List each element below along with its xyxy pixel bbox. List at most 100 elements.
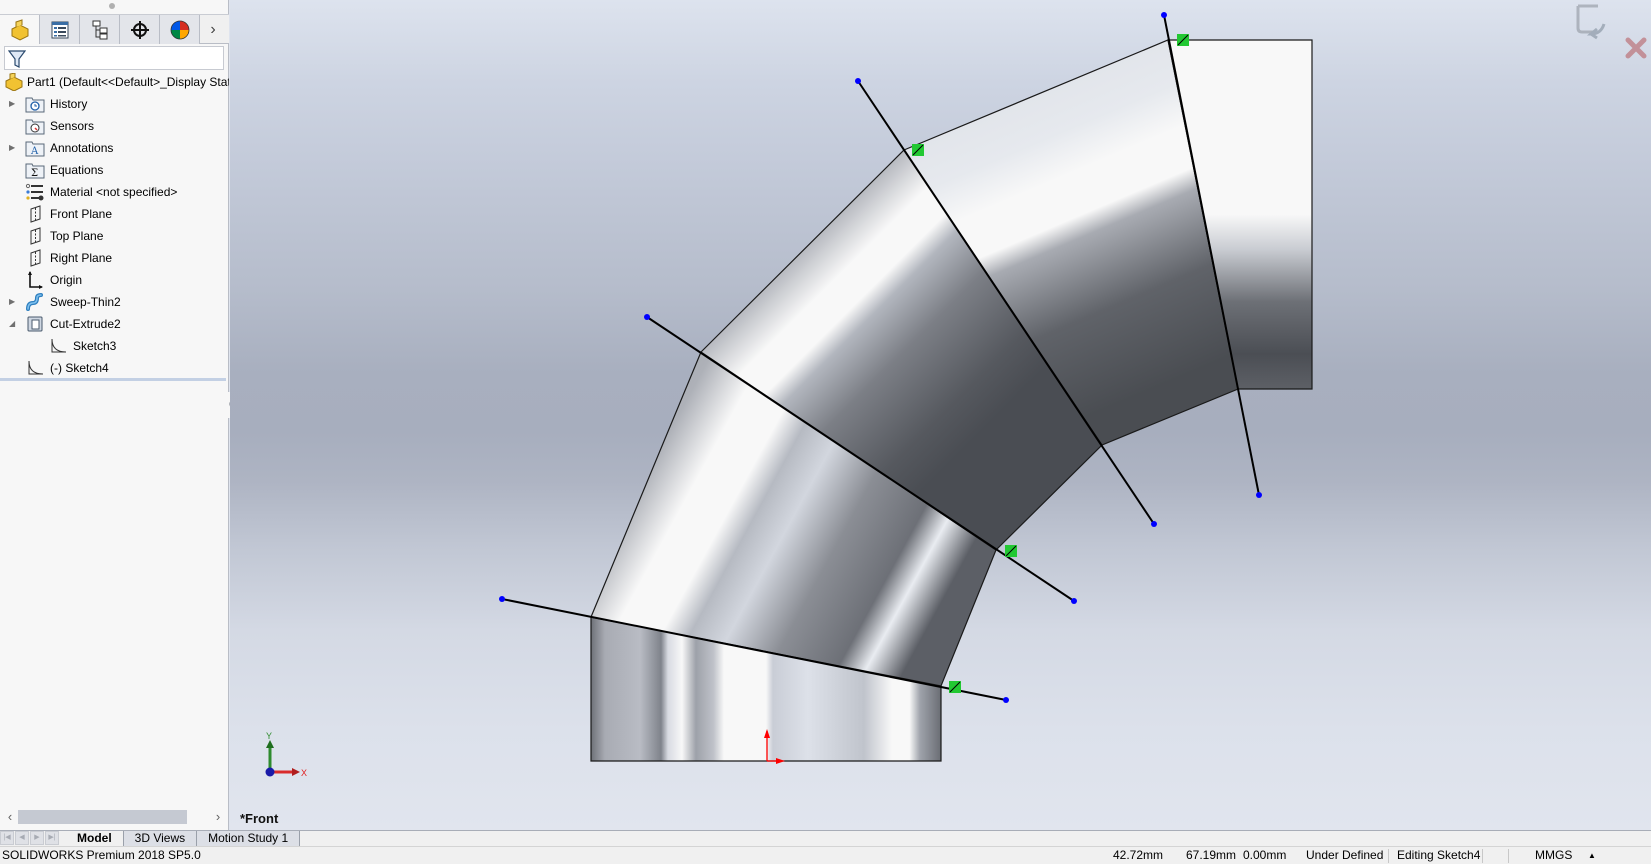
coincident-relation-icon[interactable] (1177, 34, 1189, 46)
tree-item-label: Cut-Extrude2 (50, 317, 121, 331)
tree-root-label: Part1 (Default<<Default>_Display State 1… (27, 75, 229, 89)
tree-item-label: Sweep-Thin2 (50, 295, 121, 309)
z-coordinate: 0.00mm (1243, 848, 1287, 862)
tree-filter-input[interactable] (4, 46, 224, 70)
sketch-icon (51, 338, 67, 353)
collapse-arrow-icon[interactable]: ◢ (9, 313, 17, 335)
tree-item-label: Sensors (50, 119, 95, 133)
sketch-endpoint[interactable] (855, 78, 861, 84)
display-manager-tab[interactable] (160, 15, 200, 44)
sketch-icon (28, 360, 44, 375)
tree-item-label: Right Plane (50, 251, 113, 265)
tree-item-label: Origin (50, 273, 83, 287)
property-list-icon (51, 21, 68, 38)
tree-item-cut-extrude2[interactable]: ◢ Cut-Extrude2 (0, 313, 229, 335)
tree-item-sketch3[interactable]: Sketch3 (0, 335, 229, 357)
sensors-folder-icon (25, 119, 45, 135)
units-menu-arrow-icon[interactable]: ▲ (1588, 847, 1596, 864)
expand-arrow-icon[interactable]: ▶ (9, 93, 17, 115)
feature-manager-panel: › Part1 (Default<<Default>_Display State… (0, 0, 229, 830)
tab-3d-views[interactable]: 3D Views (123, 831, 198, 846)
tree-item-history[interactable]: ▶ History (0, 93, 229, 115)
manager-tab-strip: › (0, 14, 229, 44)
appearance-pie-icon (170, 20, 189, 39)
tree-item-right-plane[interactable]: Right Plane (0, 247, 229, 269)
tab-model[interactable]: Model (66, 831, 124, 846)
tree-item-label: Front Plane (50, 207, 113, 221)
view-orientation-label: *Front (240, 811, 279, 826)
plane-icon (30, 205, 41, 223)
expand-arrow-icon[interactable]: ▶ (9, 291, 17, 313)
coincident-relation-icon[interactable] (1005, 545, 1017, 557)
tree-horizontal-scrollbar[interactable]: ‹ › (0, 808, 229, 826)
status-separator (1482, 849, 1483, 863)
view-triad (265, 740, 300, 777)
unit-system-button[interactable]: MMGS (1535, 847, 1572, 864)
svg-text:A: A (30, 146, 39, 157)
bottom-tab-bar: |◀ ◀ ▶ ▶| Model 3D Views Motion Study 1 (0, 830, 1651, 846)
sketch-endpoint[interactable] (644, 314, 650, 320)
scroll-right-arrow-icon[interactable]: › (210, 808, 226, 826)
origin-icon (28, 271, 43, 289)
sketch-endpoint[interactable] (1161, 12, 1167, 18)
coincident-relation-icon[interactable] (949, 681, 961, 693)
triad-x-label: X (301, 768, 307, 778)
last-tab-icon[interactable]: ▶| (45, 831, 59, 845)
tab-motion-study-1[interactable]: Motion Study 1 (197, 831, 301, 846)
first-tab-icon[interactable]: |◀ (0, 831, 14, 845)
configurationmanager-tab[interactable] (80, 15, 120, 44)
y-coordinate: 67.19mm (1186, 848, 1237, 862)
sketch-endpoint[interactable] (1256, 492, 1262, 498)
tree-item-front-plane[interactable]: Front Plane (0, 203, 229, 225)
tree-item-label: Sketch3 (73, 339, 117, 353)
tree-item-label: Top Plane (50, 229, 104, 243)
svg-text:Σ: Σ (31, 168, 38, 179)
sweep-icon (26, 293, 43, 311)
tree-item-top-plane[interactable]: Top Plane (0, 225, 229, 247)
cancel-sketch-icon[interactable] (1625, 37, 1647, 59)
exit-sketch-icon[interactable] (1576, 4, 1606, 40)
x-coordinate: 42.72mm (1113, 848, 1164, 862)
next-tab-icon[interactable]: ▶ (30, 831, 44, 845)
tree-separator (0, 378, 226, 381)
tree-item-material-not-specified[interactable]: Material <not specified> (0, 181, 229, 203)
sketch-state[interactable]: Under Defined (1306, 847, 1383, 864)
featuremanager-tab[interactable] (0, 15, 40, 44)
sketch-endpoint[interactable] (499, 596, 505, 602)
dimxpert-tab[interactable] (120, 15, 160, 44)
propertymanager-tab[interactable] (40, 15, 80, 44)
tree-item-label: Annotations (50, 141, 114, 155)
cut-extrude-icon (27, 316, 43, 332)
graphics-area[interactable]: Y X *Front (230, 0, 1651, 830)
tree-item-sketch4[interactable]: (-) Sketch4 (0, 357, 229, 379)
equations-folder-icon: Σ (25, 163, 45, 179)
tree-item-origin[interactable]: Origin (0, 269, 229, 291)
tree-item-sweep-thin2[interactable]: ▶ Sweep-Thin2 (0, 291, 229, 313)
coincident-relation-icon[interactable] (912, 144, 924, 156)
scrollbar-thumb[interactable] (18, 810, 187, 824)
tree-root-part1[interactable]: Part1 (Default<<Default>_Display State 1… (0, 71, 229, 93)
product-version: SOLIDWORKS Premium 2018 SP5.0 (2, 848, 201, 862)
expand-arrow-icon[interactable]: ▶ (9, 137, 17, 159)
tree-item-label: Equations (50, 163, 104, 177)
plane-icon (30, 227, 41, 245)
prev-tab-icon[interactable]: ◀ (15, 831, 29, 845)
panel-gripper[interactable] (109, 3, 115, 9)
configuration-icon (92, 20, 107, 39)
triad-y-label: Y (266, 731, 272, 741)
editing-status: Editing Sketch4 (1397, 848, 1481, 862)
material-icon (25, 183, 44, 201)
more-tabs-button[interactable]: › (200, 15, 226, 44)
scroll-left-arrow-icon[interactable]: ‹ (2, 808, 18, 826)
sketch-endpoint[interactable] (1151, 521, 1157, 527)
status-bar: SOLIDWORKS Premium 2018 SP5.0 42.72mm 67… (0, 846, 1651, 864)
part-icon (11, 18, 28, 41)
tree-item-annotations[interactable]: ▶ A Annotations (0, 137, 229, 159)
tree-item-equations[interactable]: Σ Equations (0, 159, 229, 181)
sketch-endpoint[interactable] (1071, 598, 1077, 604)
history-folder-icon (25, 97, 45, 113)
sketch-endpoint[interactable] (1003, 697, 1009, 703)
status-separator (1508, 849, 1509, 863)
tab-navigation-buttons: |◀ ◀ ▶ ▶| (0, 831, 66, 846)
tree-item-sensors[interactable]: Sensors (0, 115, 229, 137)
